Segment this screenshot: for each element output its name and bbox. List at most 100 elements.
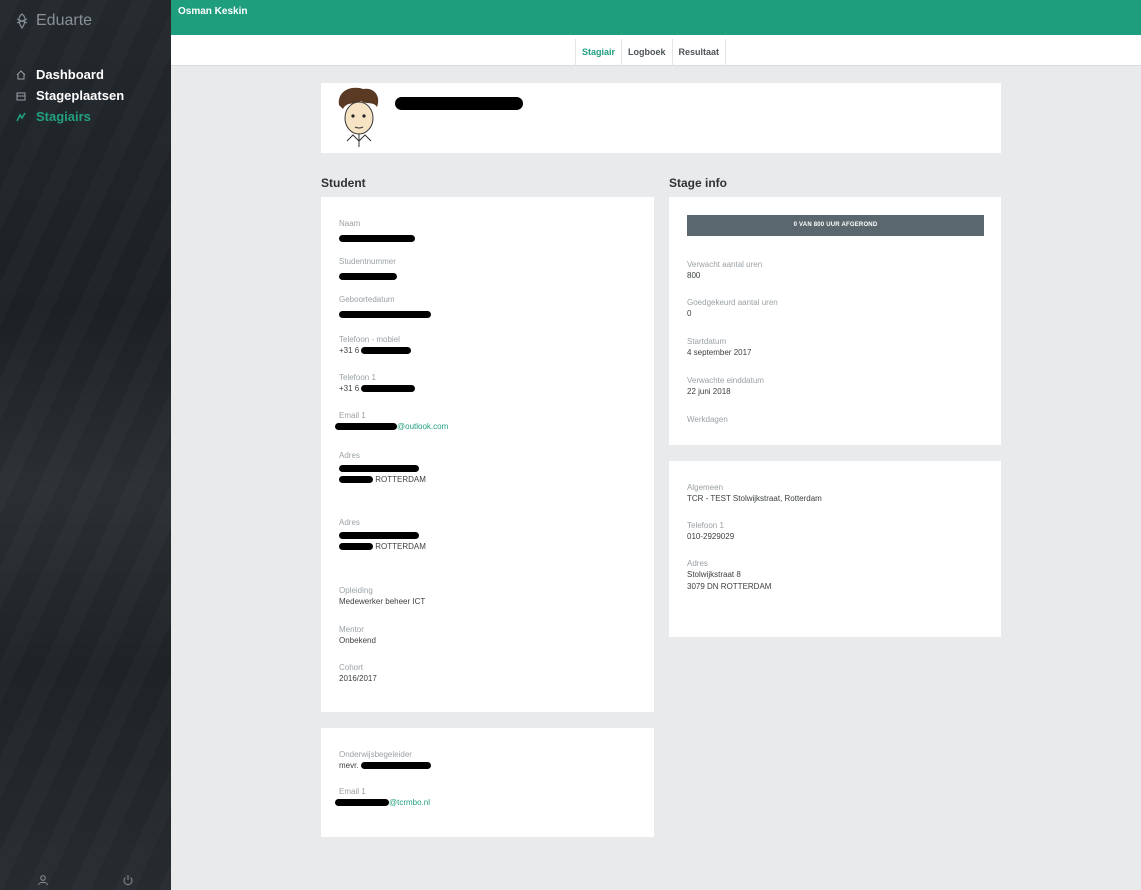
adres2-city: ROTTERDAM bbox=[375, 542, 426, 551]
telefoon-mobiel-prefix: +31 6 bbox=[339, 346, 360, 355]
stage-info-section-title: Stage info bbox=[669, 176, 728, 190]
hours-progress-bar: 0 VAN 800 UUR AFGEROND bbox=[687, 215, 984, 236]
field-cohort: Cohort 2016/2017 bbox=[339, 662, 377, 685]
werkdagen-label: Werkdagen bbox=[687, 415, 728, 424]
telefoon1-prefix: +31 6 bbox=[339, 384, 360, 393]
opleiding-label: Opleiding bbox=[339, 586, 373, 595]
einddatum-value: 22 juni 2018 bbox=[687, 387, 731, 396]
company-telefoon-value: 010-2929029 bbox=[687, 532, 735, 541]
telefoon1-label: Telefoon 1 bbox=[339, 373, 376, 382]
profile-card bbox=[321, 83, 1001, 153]
startdatum-value: 4 september 2017 bbox=[687, 348, 752, 357]
field-verwacht-uren: Verwacht aantal uren 800 bbox=[687, 259, 762, 282]
graduation-icon bbox=[16, 112, 26, 121]
begeleider-value: mevr. bbox=[339, 760, 431, 772]
cohort-value: 2016/2017 bbox=[339, 674, 377, 683]
einddatum-label: Verwachte einddatum bbox=[687, 376, 764, 385]
field-mentor: Mentor Onbekend bbox=[339, 624, 376, 647]
geboortedatum-redacted bbox=[339, 311, 431, 318]
user-icon[interactable] bbox=[37, 873, 49, 886]
adres2-line1-redacted bbox=[339, 532, 419, 539]
brand-name: Eduarte bbox=[36, 12, 93, 29]
verwacht-label: Verwacht aantal uren bbox=[687, 260, 763, 269]
verwacht-value: 800 bbox=[687, 271, 701, 280]
field-geboortedatum: Geboortedatum bbox=[339, 294, 431, 323]
adres2-label: Adres bbox=[339, 518, 360, 527]
begeleider-email-link[interactable]: @tcrmbo.nl bbox=[335, 797, 430, 809]
student-section-title: Student bbox=[321, 176, 366, 190]
field-werkdagen: Werkdagen bbox=[687, 414, 728, 425]
field-company-adres: Adres Stolwijkstraat 8 3079 DN ROTTERDAM bbox=[687, 558, 771, 593]
student-card: Naam Studentnummer Geboortedatum Telefoo… bbox=[321, 197, 654, 712]
field-onderwijsbegeleider: Onderwijsbegeleider mevr. bbox=[339, 749, 431, 772]
user-name[interactable]: Osman Keskin bbox=[178, 6, 247, 17]
home-icon bbox=[16, 69, 26, 79]
begeleider-prefix: mevr. bbox=[339, 761, 359, 770]
telefoon1-value: +31 6 bbox=[339, 383, 416, 395]
tabs: Stagiair Logboek Resultaat bbox=[575, 39, 727, 66]
begeleider-card: Onderwijsbegeleider mevr. Email 1 @tcrmb… bbox=[321, 728, 654, 837]
field-telefoon-1: Telefoon 1 +31 6 bbox=[339, 372, 416, 395]
sidebar-item-stageplaatsen[interactable]: Stageplaatsen bbox=[0, 85, 171, 106]
adres1-postcode-redacted bbox=[339, 476, 373, 484]
studentnummer-redacted bbox=[339, 273, 397, 280]
field-studentnummer: Studentnummer bbox=[339, 256, 397, 285]
algemeen-value: TCR - TEST Stolwijkstraat, Rotterdam bbox=[687, 494, 822, 503]
field-einddatum: Verwachte einddatum 22 juni 2018 bbox=[687, 375, 764, 398]
company-telefoon-label: Telefoon 1 bbox=[687, 521, 724, 530]
sidebar: Eduarte Dashboard Stageplaatsen Stagiair… bbox=[0, 0, 171, 890]
naam-label: Naam bbox=[339, 219, 361, 228]
begeleider-label: Onderwijsbegeleider bbox=[339, 750, 412, 759]
field-startdatum: Startdatum 4 september 2017 bbox=[687, 336, 752, 359]
adres2-postcode-redacted bbox=[339, 543, 373, 551]
field-adres-1: Adres ROTTERDAM bbox=[339, 450, 426, 486]
tabs-bar: Stagiair Logboek Resultaat bbox=[171, 35, 1141, 66]
field-telefoon-mobiel: Telefoon - mobiel +31 6 bbox=[339, 334, 412, 357]
field-algemeen: Algemeen TCR - TEST Stolwijkstraat, Rott… bbox=[687, 482, 822, 505]
company-adres-label: Adres bbox=[687, 559, 708, 568]
telefoon1-redacted bbox=[361, 385, 416, 393]
brand[interactable]: Eduarte bbox=[14, 12, 92, 30]
cohort-label: Cohort bbox=[339, 663, 364, 672]
adres1-line2: ROTTERDAM bbox=[339, 474, 426, 486]
opleiding-value: Medewerker beheer ICT bbox=[339, 597, 426, 606]
email1-link[interactable]: @outlook.com bbox=[335, 421, 448, 433]
geboortedatum-label: Geboortedatum bbox=[339, 295, 395, 304]
company-adres-line1: Stolwijkstraat 8 bbox=[687, 570, 741, 579]
email1-label: Email 1 bbox=[339, 411, 366, 420]
adres2-line2: ROTTERDAM bbox=[339, 541, 426, 553]
field-goedgekeurd-uren: Goedgekeurd aantal uren 0 bbox=[687, 297, 778, 320]
avatar bbox=[338, 87, 379, 147]
studentnummer-label: Studentnummer bbox=[339, 257, 396, 266]
company-adres-line2: 3079 DN ROTTERDAM bbox=[687, 582, 772, 591]
telefoon-mobiel-value: +31 6 bbox=[339, 345, 412, 357]
eduarte-logo-icon bbox=[16, 13, 28, 29]
sidebar-item-label: Stageplaatsen bbox=[36, 88, 125, 103]
tab-stagiair[interactable]: Stagiair bbox=[575, 39, 623, 66]
begeleider-email-label: Email 1 bbox=[339, 787, 366, 796]
sidebar-footer bbox=[0, 868, 171, 890]
begeleider-redacted bbox=[360, 762, 431, 770]
sidebar-item-stagiairs[interactable]: Stagiairs bbox=[0, 106, 171, 127]
goedgekeurd-value: 0 bbox=[687, 309, 692, 318]
email1-domain: @outlook.com bbox=[397, 422, 449, 431]
sidebar-item-dashboard[interactable]: Dashboard bbox=[0, 64, 171, 85]
field-email-1: Email 1 @outlook.com bbox=[335, 410, 448, 433]
begeleider-email-redacted bbox=[335, 799, 389, 807]
sidebar-item-label: Dashboard bbox=[36, 67, 104, 82]
startdatum-label: Startdatum bbox=[687, 337, 727, 346]
adres1-city: ROTTERDAM bbox=[375, 475, 426, 484]
telefoon-mobiel-label: Telefoon - mobiel bbox=[339, 335, 400, 344]
sidebar-item-label: Stagiairs bbox=[36, 109, 91, 124]
field-naam: Naam bbox=[339, 218, 415, 247]
email1-redacted bbox=[335, 423, 397, 431]
tab-logboek[interactable]: Logboek bbox=[622, 39, 673, 66]
adres1-line1-redacted bbox=[339, 465, 419, 472]
tab-resultaat[interactable]: Resultaat bbox=[673, 39, 727, 66]
naam-redacted bbox=[339, 235, 415, 242]
power-icon[interactable] bbox=[122, 873, 134, 886]
field-opleiding: Opleiding Medewerker beheer ICT bbox=[339, 585, 425, 608]
algemeen-label: Algemeen bbox=[687, 483, 724, 492]
building-icon bbox=[16, 92, 26, 100]
mentor-label: Mentor bbox=[339, 625, 364, 634]
